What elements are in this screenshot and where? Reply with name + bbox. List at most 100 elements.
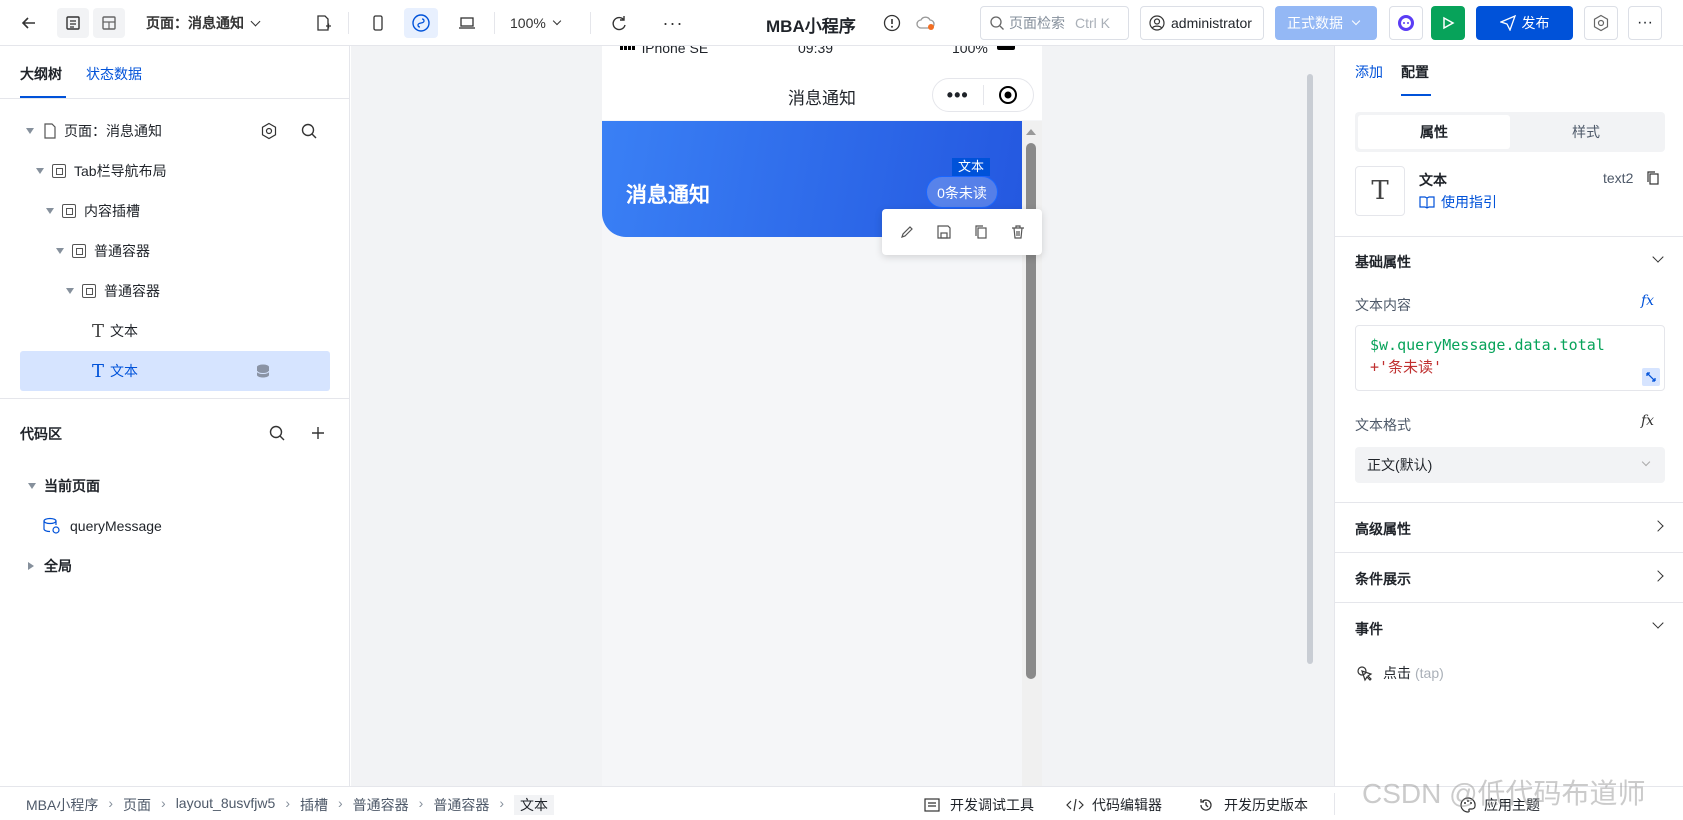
- tab-outline[interactable]: 大纲树: [20, 64, 62, 84]
- copy-id-icon[interactable]: [1645, 170, 1661, 186]
- tree-node-label: 全局: [44, 558, 72, 574]
- signal-icon: [620, 46, 635, 50]
- outline-view-icon[interactable]: [57, 8, 89, 38]
- capsule-more-icon[interactable]: •••: [933, 85, 983, 106]
- breadcrumb-item[interactable]: 普通容器: [433, 795, 489, 815]
- ai-assistant-button[interactable]: [1389, 6, 1423, 40]
- text-icon: T: [92, 320, 105, 342]
- more-icon[interactable]: ···: [658, 8, 688, 38]
- breadcrumb-item[interactable]: 普通容器: [353, 795, 409, 815]
- unread-badge[interactable]: 0条未读: [926, 176, 998, 208]
- expand-caret-icon: [26, 128, 34, 134]
- code-current-page[interactable]: 当前页面: [20, 466, 330, 506]
- user-name: administrator: [1171, 15, 1252, 31]
- chevron-down-icon[interactable]: [1652, 617, 1664, 629]
- event-tap-item[interactable]: 点击 (tap): [1355, 663, 1444, 683]
- env-data-select[interactable]: 正式数据: [1275, 6, 1377, 40]
- container-icon: [52, 164, 66, 178]
- publish-button[interactable]: 发布: [1476, 6, 1573, 40]
- edit-icon[interactable]: [899, 224, 915, 240]
- code-editor-button[interactable]: 代码编辑器: [1066, 795, 1162, 815]
- user-menu[interactable]: administrator: [1140, 6, 1264, 40]
- code-icon: [1066, 798, 1084, 812]
- page-selector[interactable]: 页面：消息通知: [146, 8, 276, 38]
- text-content-expression-input[interactable]: $w.queryMessage.data.total +'条未读': [1355, 325, 1665, 391]
- tree-node-content-slot[interactable]: 内容插槽: [20, 191, 330, 231]
- tab-config[interactable]: 配置: [1401, 62, 1429, 82]
- miniprogram-device-icon[interactable]: [404, 8, 438, 38]
- desktop-device-icon[interactable]: [452, 8, 482, 38]
- save-icon[interactable]: [936, 224, 952, 240]
- tool-label: 代码编辑器: [1092, 797, 1162, 813]
- run-button[interactable]: [1431, 6, 1465, 40]
- console-icon: [924, 798, 940, 812]
- canvas-scrollbar-thumb[interactable]: [1307, 74, 1313, 664]
- settings-icon[interactable]: [260, 122, 278, 140]
- breadcrumb-item[interactable]: layout_8usvfjw5: [176, 795, 276, 815]
- expand-caret-icon: [56, 248, 64, 254]
- breadcrumb-item[interactable]: MBA小程序: [26, 795, 98, 815]
- tree-node-container[interactable]: 普通容器: [20, 231, 330, 271]
- capsule-button[interactable]: •••: [932, 78, 1034, 112]
- info-icon[interactable]: [880, 8, 904, 38]
- segment-styles[interactable]: 样式: [1510, 115, 1662, 149]
- usage-guide-link[interactable]: 使用指引: [1419, 192, 1497, 212]
- search-icon[interactable]: [300, 122, 318, 140]
- gear-icon: [1593, 14, 1609, 32]
- text-content-label: 文本内容: [1355, 297, 1411, 313]
- database-icon: [256, 364, 270, 378]
- breadcrumb-item[interactable]: 页面: [123, 795, 151, 815]
- search-icon: [990, 16, 1004, 30]
- tree-node-page[interactable]: 页面：消息通知: [20, 111, 330, 151]
- conditional-display-section[interactable]: 条件展示: [1335, 552, 1683, 602]
- section-title[interactable]: 基础属性: [1355, 252, 1411, 272]
- tree-node-label: Tab栏导航布局: [74, 163, 167, 179]
- expand-caret-icon: [66, 288, 74, 294]
- section-title[interactable]: 事件: [1355, 619, 1383, 639]
- selection-tag: 文本: [952, 158, 991, 176]
- segment-properties[interactable]: 属性: [1358, 115, 1510, 149]
- tree-node-container[interactable]: 普通容器: [20, 271, 330, 311]
- expression-variable: $w.queryMessage.data.total: [1370, 336, 1605, 354]
- more-menu-button[interactable]: ···: [1628, 6, 1662, 40]
- zoom-select[interactable]: 100%: [510, 8, 580, 38]
- formula-fx-icon[interactable]: fx: [1641, 293, 1654, 309]
- dev-tools-button[interactable]: 开发调试工具: [924, 795, 1034, 815]
- back-arrow-icon[interactable]: [14, 8, 44, 38]
- add-page-icon[interactable]: [308, 8, 338, 38]
- tree-node-text-selected[interactable]: T 文本: [20, 351, 330, 391]
- copy-icon[interactable]: [973, 224, 989, 240]
- tree-node-tab-layout[interactable]: Tab栏导航布局: [20, 151, 330, 191]
- chevron-down-icon: [250, 16, 261, 26]
- status-time: 09:39: [798, 46, 834, 56]
- component-name: 文本: [1419, 172, 1447, 188]
- breadcrumb-item[interactable]: 插槽: [300, 795, 328, 815]
- expand-editor-icon[interactable]: [1642, 368, 1660, 386]
- page-search-input[interactable]: 页面检索 Ctrl K: [980, 6, 1129, 40]
- mobile-device-icon[interactable]: [363, 8, 393, 38]
- history-button[interactable]: 开发历史版本: [1198, 795, 1308, 815]
- formula-fx-icon[interactable]: fx: [1641, 413, 1654, 429]
- tab-add[interactable]: 添加: [1355, 62, 1383, 82]
- code-query-item[interactable]: queryMessage: [20, 506, 330, 546]
- search-icon[interactable]: [268, 424, 286, 442]
- scroll-up-arrow-icon[interactable]: [1026, 129, 1036, 135]
- tool-label: 开发历史版本: [1224, 797, 1308, 813]
- refresh-icon[interactable]: [604, 8, 634, 38]
- tree-node-text[interactable]: T 文本: [20, 311, 330, 351]
- capsule-close-icon[interactable]: [984, 85, 1034, 105]
- chevron-down-icon[interactable]: [1652, 251, 1664, 263]
- breadcrumb-item-current[interactable]: 文本: [514, 795, 554, 815]
- code-global[interactable]: 全局: [20, 546, 330, 586]
- delete-icon[interactable]: [1010, 224, 1026, 240]
- breadcrumb: MBA小程序 › 页面 › layout_8usvfjw5 › 插槽 › 普通容器 › 普…: [26, 795, 554, 815]
- add-icon[interactable]: [310, 425, 326, 441]
- settings-button[interactable]: [1584, 6, 1618, 40]
- chevron-down-icon: [1351, 16, 1361, 26]
- text-format-select[interactable]: 正文(默认): [1355, 447, 1665, 483]
- advanced-properties-section[interactable]: 高级属性: [1335, 502, 1683, 552]
- battery-icon: [997, 46, 1015, 50]
- tab-state-data[interactable]: 状态数据: [86, 64, 142, 84]
- cloud-sync-icon[interactable]: [912, 8, 940, 38]
- layout-view-icon[interactable]: [93, 8, 125, 38]
